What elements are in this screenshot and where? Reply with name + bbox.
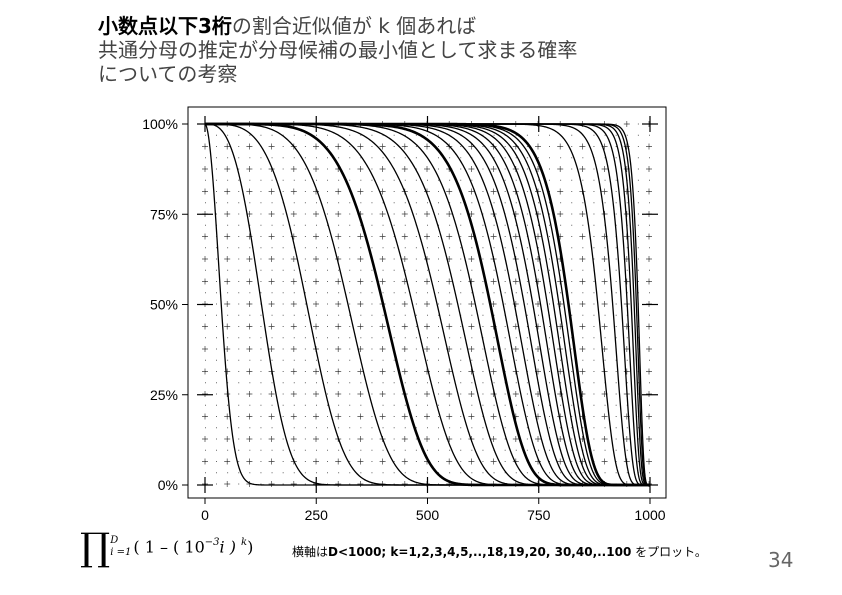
product-formula: ∏ D i =1 ( 1 – ( 10−3i ) k): [80, 528, 253, 566]
y-tick-label: 50%: [150, 297, 178, 313]
title-line-2: 共通分母の推定が分母候補の最小値として求まる確率: [98, 38, 577, 62]
title-text: の割合近似値が k 個あれば: [231, 14, 477, 38]
caption-prefix: 横軸は: [292, 545, 329, 559]
x-tick-label: 0: [201, 507, 209, 523]
formula-body-left: ( 1 – ( 10: [133, 537, 205, 557]
x-tick-label: 750: [527, 507, 551, 523]
formula-body-right: i ): [219, 537, 242, 557]
formula-exponent: −3: [204, 537, 220, 549]
title-line-1: 小数点以下3桁の割合近似値が k 個あれば: [98, 14, 577, 38]
y-tick-label: 0%: [158, 477, 178, 493]
product-symbol: ∏: [80, 525, 111, 569]
y-tick-label: 25%: [150, 387, 178, 403]
y-tick-label: 100%: [142, 116, 178, 132]
title-emphasis: 小数点以下3桁: [98, 14, 232, 38]
product-upper-limit: D: [110, 535, 119, 546]
probability-chart: 0% 25% 50% 75% 100% 0 250 500 750 1000: [142, 106, 667, 523]
slide-title: 小数点以下3桁の割合近似値が k 個あれば 共通分母の推定が分母候補の最小値とし…: [98, 14, 577, 86]
title-text: についての考察: [98, 62, 238, 86]
page-number: 34: [768, 548, 794, 572]
x-tick-label: 250: [305, 507, 329, 523]
title-line-3: についての考察: [98, 62, 577, 86]
product-lower-limit: i =1: [110, 547, 132, 558]
caption-suffix: をプロット。: [631, 545, 707, 559]
y-tick-label: 75%: [150, 206, 178, 222]
x-tick-label: 500: [416, 507, 440, 523]
caption: 横軸はD<1000; k=1,2,3,4,5,..,18,19,20, 30,4…: [292, 543, 707, 560]
x-tick-label: 1000: [634, 507, 665, 523]
caption-bold: D<1000; k=1,2,3,4,5,..,18,19,20, 30,40,.…: [328, 545, 632, 559]
grid-plus-markers: [202, 121, 652, 487]
title-text: 共通分母の推定が分母候補の最小値として求まる確率: [98, 38, 578, 62]
formula-close: ): [247, 537, 254, 557]
